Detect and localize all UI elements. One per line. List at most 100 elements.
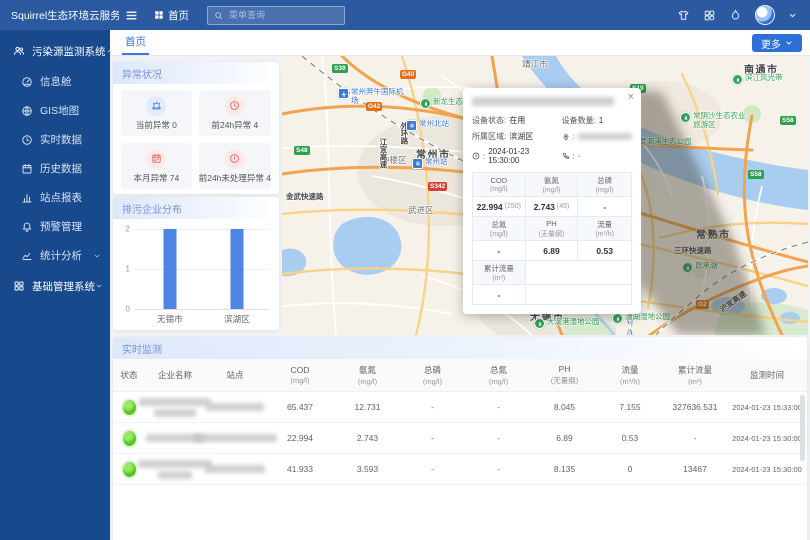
metric-value-number: 2.743 [534,202,555,212]
column-label: PH [559,364,571,374]
apps-layout-icon[interactable] [703,9,716,22]
company-name-cell [145,396,205,418]
map-blue-poi: 常州北站 [406,120,449,131]
column-unit: (m³) [688,377,702,386]
chevron-down-icon [95,282,103,290]
metric-name: 总氮 [491,219,506,230]
sidebar-item-6[interactable]: 预警管理 [0,212,110,241]
park-icon [732,74,743,85]
column-label: 累计流量 [678,364,712,376]
value-cell: - [465,433,532,443]
sidebar-item-1[interactable]: 信息舱 [0,67,110,96]
map-road-label: 江宜高速 [378,138,389,168]
metric-value: 22.994(250) [473,197,526,217]
base-manage-icon [13,280,25,292]
grid-icon [154,10,164,20]
column-label: 总氮 [490,364,507,376]
table-row[interactable]: 65.43712.731--8.0457.155327636.5312024-0… [113,392,807,423]
metric-value-number: 0.53 [596,246,613,256]
abnormal-panel-title: 异常状况 [113,62,279,84]
sidebar-item-4[interactable]: 历史数据 [0,154,110,183]
more-button[interactable]: 更多 [752,34,802,52]
sidebar-item-label: 污染源监测系统 [32,44,106,59]
topbar: Squirrel生态环境云服务平台 首页 [0,0,810,30]
site-name-cell [205,464,265,475]
phone-field: : · [562,147,632,165]
metric-unit: (m³) [492,275,505,282]
user-menu-chevron-icon[interactable] [788,11,797,20]
hamburger-menu-icon[interactable] [125,9,138,22]
theme-skin-icon[interactable] [677,9,690,22]
metric-value-number: - [603,202,606,212]
chart-gridline [135,229,269,230]
status-ok-indicator [123,462,136,477]
sidebar-item-8[interactable]: 基础管理系统 [0,270,110,302]
sidebar-item-7[interactable]: 统计分析 [0,241,110,270]
road-badge: G40 [400,70,416,79]
column-label: 流量 [621,364,638,376]
table-scrollbar[interactable] [800,395,805,461]
value-cell: 327636.531 [663,402,727,412]
column-label: 氨氮 [359,364,376,376]
close-icon[interactable]: × [628,92,634,103]
sidebar-item-2[interactable]: GIS地图 [0,96,110,125]
metric-value-number: - [497,290,500,300]
home-shortcut[interactable]: 首页 [154,8,189,23]
flame-icon[interactable] [729,9,742,22]
bar-chart: 012无锡市滨湖区 [135,229,269,309]
table-row[interactable]: 22.9942.743--6.890.53-2024-01-23 15:30:0… [113,423,807,454]
column-header-8: 流量(m³/h) [597,364,663,386]
metric-header: 氨氮(mg/l) [526,173,579,197]
status-ok-indicator [123,431,136,446]
metric-name: 总磷 [597,175,612,186]
metric-value: - [473,285,526,304]
user-avatar[interactable] [755,5,775,25]
poi-label: 滨江风光带 [745,74,783,83]
poi-label: 黄泗浦生态公园 [639,138,692,147]
table-row[interactable]: 41.9333.593--8.1350134672024-01-23 15:30… [113,454,807,485]
phone-icon [562,152,570,160]
sidebar-item-0[interactable]: 污染源监测系统 [0,35,110,67]
map-green-poi: 滨江风光带 [732,74,783,85]
column-header-10: 监测时间 [727,369,807,381]
value-cell: 2.743 [335,433,400,443]
metric-value: 6.89 [526,241,579,261]
abnormal-card-2[interactable]: 本月异常 74 [121,143,192,189]
column-header-1: 企业名称 [145,369,205,381]
chart-bar [230,229,243,309]
value-cell: 8.135 [532,464,597,474]
park-icon [420,98,431,109]
airport-icon [338,88,349,99]
value-cell: - [400,402,465,412]
map-blue-poi: 常州站 [412,158,448,169]
search-input[interactable] [227,9,338,21]
address-field: : [562,131,632,142]
column-unit: (mg/l) [489,377,508,386]
metric-header: 累计流量(m³) [473,261,526,285]
abnormal-card-0[interactable]: 当前异常 0 [121,90,192,136]
metric-unit: (mg/l) [596,187,614,194]
map-green-poi: 漕湖湿地公园 [612,313,670,324]
abnormal-card-1[interactable]: 前24h异常 4 [199,90,271,136]
status-ok-indicator [123,400,136,415]
metric-value: 2.743(45) [526,197,579,217]
pollution-system-icon [13,45,25,57]
sidebar-item-3[interactable]: 实时数据 [0,125,110,154]
clock-icon [225,96,245,116]
column-label: 监测时间 [750,369,784,381]
value-cell: 6.89 [532,433,597,443]
abnormal-card-3[interactable]: 前24h未处理异常 4 [199,143,271,189]
value-cell: 2024-01-23 15:33:00 [727,403,807,412]
train-icon [412,158,423,169]
metric-name: 氨氮 [544,175,559,186]
realtime-monitor-panel: 实时监测 状态企业名称站点COD(mg/l)氨氮(mg/l)总磷(mg/l)总氮… [113,337,807,540]
sidebar-item-5[interactable]: 站点报表 [0,183,110,212]
sidebar: 污染源监测系统信息舱GIS地图实时数据历史数据站点报表预警管理统计分析基础管理系… [0,30,110,540]
road-badge: S342 [428,182,447,191]
tab-home[interactable]: 首页 [122,30,149,55]
more-button-label: 更多 [761,36,781,51]
value-cell: 0 [597,464,663,474]
map-city-label: 靖江市 [522,58,548,70]
app-root: Squirrel生态环境云服务平台 首页 [0,0,810,540]
x-axis-category-label: 无锡市 [157,313,183,325]
